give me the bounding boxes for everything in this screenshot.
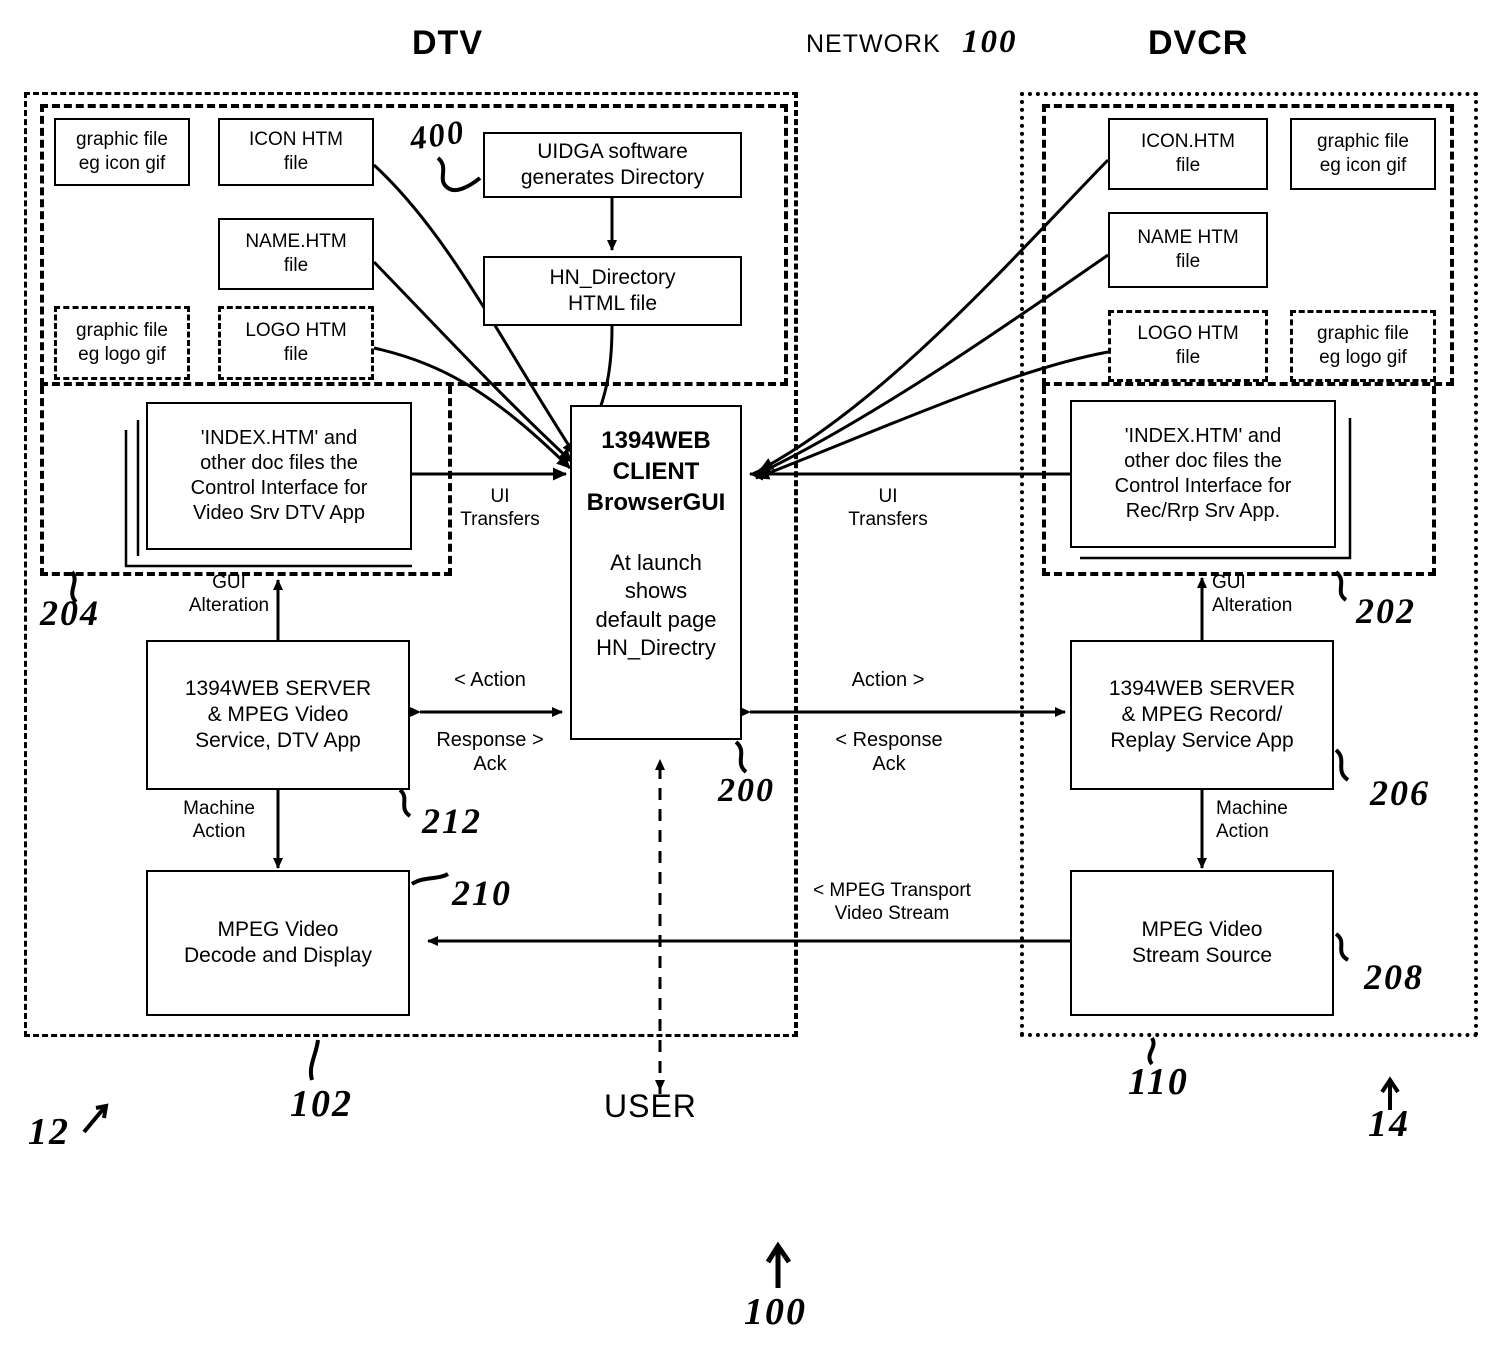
dvcr-logo-htm-label: LOGO HTM file: [1137, 323, 1239, 368]
dtv-logo-htm-box: LOGO HTM file: [218, 306, 374, 380]
dtv-index-htm-label: 'INDEX.HTM' and other doc files the Cont…: [190, 427, 368, 524]
dvcr-action-label: Action >: [851, 669, 925, 691]
ref-200: 200: [718, 772, 775, 809]
dvcr-graphic-icon-label: graphic file eg icon gif: [1317, 131, 1409, 176]
dtv-gui-alteration-label: GUI Alteration: [188, 572, 270, 616]
dtv-ui-transfers-label: UI Transfers: [460, 486, 540, 530]
ref-110: 110: [1128, 1061, 1189, 1103]
ref-208: 208: [1364, 957, 1424, 997]
ref-202: 202: [1356, 591, 1416, 631]
dvcr-name-htm-label: NAME HTM file: [1137, 227, 1239, 272]
dvcr-icon-htm-box: ICON.HTM file: [1108, 118, 1268, 190]
dtv-logo-htm-label: LOGO HTM file: [245, 320, 347, 365]
dvcr-ui-transfers-label: UI Transfers: [848, 486, 928, 530]
dtv-action-label: < Action: [454, 669, 526, 691]
dtv-web-server-box: 1394WEB SERVER & MPEG Video Service, DTV…: [146, 640, 410, 790]
mpeg-transport-label: < MPEG Transport Video Stream: [813, 880, 971, 924]
dvcr-index-htm-box: 'INDEX.HTM' and other doc files the Cont…: [1070, 400, 1336, 548]
ref-400: 400: [407, 114, 468, 158]
dvcr-logo-htm-box: LOGO HTM file: [1108, 310, 1268, 382]
hn-directory-label: HN_Directory HTML file: [549, 265, 676, 315]
dvcr-icon-htm-label: ICON.HTM file: [1141, 131, 1235, 176]
user-label: USER: [604, 1088, 697, 1124]
dtv-name-htm-box: NAME.HTM file: [218, 218, 374, 290]
dvcr-index-htm-label: 'INDEX.HTM' and other doc files the Cont…: [1114, 425, 1292, 522]
dtv-graphic-logo-label: graphic file eg logo gif: [76, 320, 168, 365]
dvcr-graphic-icon-box: graphic file eg icon gif: [1290, 118, 1436, 190]
ref-network-100: 100: [962, 24, 1018, 60]
dvcr-graphic-logo-box: graphic file eg logo gif: [1290, 310, 1436, 382]
ref-210: 210: [452, 873, 512, 913]
dtv-graphic-icon-box: graphic file eg icon gif: [54, 118, 190, 186]
web-client-body: At launch shows default page HN_Directry: [595, 549, 717, 661]
page-title-dvcr: DVCR: [1148, 24, 1249, 62]
ref-14: 14: [1368, 1103, 1410, 1145]
dvcr-mpeg-source-label: MPEG Video Stream Source: [1131, 917, 1273, 967]
dvcr-web-server-box: 1394WEB SERVER & MPEG Record/ Replay Ser…: [1070, 640, 1334, 790]
ref-12: 12: [28, 1111, 70, 1153]
web-client-title: 1394WEB CLIENT BrowserGUI: [586, 427, 726, 517]
dtv-icon-htm-label: ICON HTM file: [249, 129, 343, 174]
dtv-mpeg-decode-box: MPEG Video Decode and Display: [146, 870, 410, 1016]
dtv-icon-htm-box: ICON HTM file: [218, 118, 374, 186]
dtv-machine-action-label: Machine Action: [183, 798, 255, 842]
ref-204: 204: [40, 593, 100, 633]
dvcr-machine-action-label: Machine Action: [1216, 798, 1288, 842]
uidga-label: UIDGA software generates Directory: [520, 139, 705, 189]
dvcr-web-server-label: 1394WEB SERVER & MPEG Record/ Replay Ser…: [1108, 676, 1296, 753]
dtv-graphic-icon-label: graphic file eg icon gif: [76, 129, 168, 174]
ref-102: 102: [290, 1083, 353, 1125]
dtv-index-htm-box: 'INDEX.HTM' and other doc files the Cont…: [146, 402, 412, 550]
uidga-box: UIDGA software generates Directory: [483, 132, 742, 198]
dtv-name-htm-label: NAME.HTM file: [245, 231, 347, 276]
dtv-response-label: Response > Ack: [436, 729, 544, 775]
ref-100-bottom: 100: [744, 1291, 807, 1333]
patent-figure: DTV NETWORK 100 DVCR graphic file eg ico…: [0, 0, 1498, 1353]
dtv-web-server-label: 1394WEB SERVER & MPEG Video Service, DTV…: [184, 676, 372, 753]
hn-directory-box: HN_Directory HTML file: [483, 256, 742, 326]
dtv-graphic-logo-box: graphic file eg logo gif: [54, 306, 190, 380]
dvcr-response-label: < Response Ack: [835, 729, 943, 775]
page-title-network: NETWORK: [806, 30, 941, 58]
dtv-mpeg-decode-label: MPEG Video Decode and Display: [184, 917, 372, 967]
ref-212: 212: [422, 801, 482, 841]
dvcr-gui-alteration-label: GUI Alteration: [1212, 572, 1293, 616]
dvcr-name-htm-box: NAME HTM file: [1108, 212, 1268, 288]
dvcr-graphic-logo-label: graphic file eg logo gif: [1317, 323, 1409, 368]
web-client-box: 1394WEB CLIENT BrowserGUI At launch show…: [570, 405, 742, 740]
dvcr-mpeg-source-box: MPEG Video Stream Source: [1070, 870, 1334, 1016]
ref-206: 206: [1370, 773, 1430, 813]
page-title-dtv: DTV: [412, 24, 483, 62]
